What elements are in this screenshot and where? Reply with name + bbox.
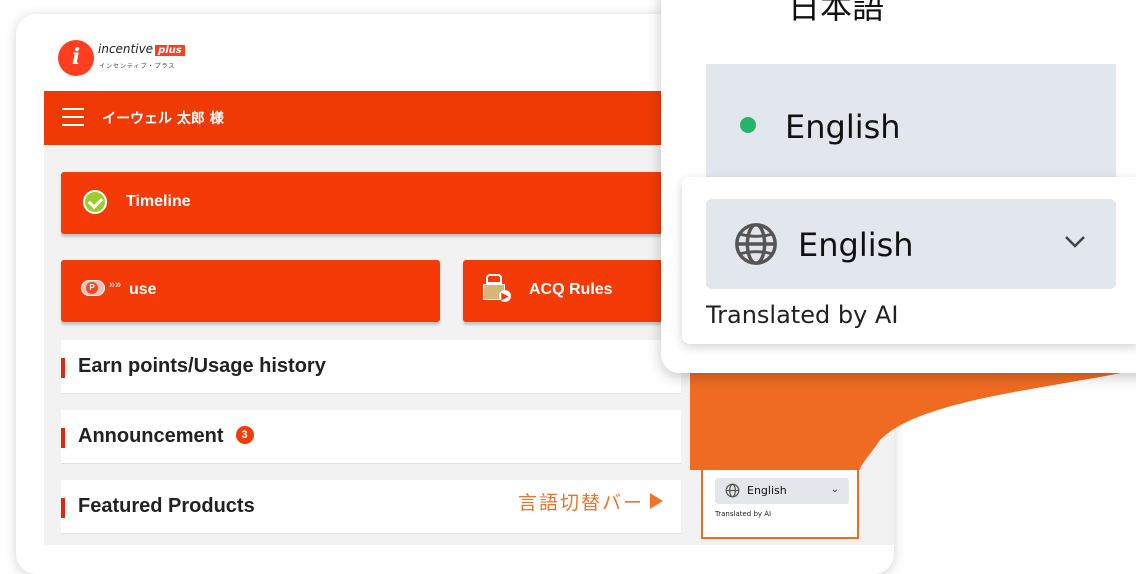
section-announcement-label: Announcement 3 (78, 425, 254, 448)
language-option-japanese-label: 日本語 (788, 0, 885, 26)
language-switcher-small: English ⌄ Translated by AI (701, 467, 859, 539)
translated-note-large: Translated by AI (706, 301, 899, 329)
acq-rules-button[interactable]: ▶ ACQ Rules (463, 260, 681, 322)
language-select-large-value: English (798, 226, 914, 264)
language-option-english-label: English (785, 108, 901, 146)
user-name: イーウェル 太郎 様 (102, 111, 224, 127)
section-earn-points-label: Earn points/Usage history (78, 355, 326, 377)
chevrons-icon: »» (109, 279, 122, 291)
language-option-japanese[interactable]: 日本語 (706, 0, 1116, 64)
brand-logo: i incentive plus インセンティブ・プラス (58, 38, 218, 78)
chevron-down-icon (1065, 236, 1085, 248)
section-featured-products-label: Featured Products (78, 495, 255, 517)
points-icon (81, 280, 105, 296)
language-select-small[interactable]: English ⌄ (715, 478, 849, 504)
globe-icon (735, 223, 777, 265)
globe-icon (725, 483, 740, 498)
language-bar-caption: 言語切替バー (518, 488, 664, 515)
use-label: use (129, 281, 157, 298)
timeline-button[interactable]: Timeline (61, 172, 681, 234)
language-option-english[interactable]: English (706, 64, 1116, 186)
use-button[interactable]: »» use (61, 260, 440, 322)
selected-dot-icon (740, 117, 756, 133)
logo-mark-icon: i (58, 40, 94, 76)
section-earn-points[interactable]: Earn points/Usage history (61, 340, 681, 394)
brand-subtitle: インセンティブ・プラス (99, 63, 176, 70)
section-marker (61, 428, 65, 448)
language-select-small-value: English (747, 484, 787, 497)
check-circle-icon (83, 190, 107, 214)
timeline-label: Timeline (126, 193, 191, 210)
language-switcher-large: English Translated by AI (682, 177, 1136, 344)
section-marker (61, 358, 65, 378)
brand-name: incentive plus (98, 42, 185, 56)
section-marker (61, 498, 65, 518)
translated-note-small: Translated by AI (715, 510, 772, 518)
acq-rules-label: ACQ Rules (529, 281, 613, 298)
announcement-count-badge: 3 (235, 425, 254, 444)
gift-icon: ▶ (483, 274, 511, 302)
hamburger-menu-icon[interactable] (62, 108, 84, 126)
section-announcement[interactable]: Announcement 3 (61, 410, 681, 464)
chevron-down-icon: ⌄ (830, 484, 839, 495)
language-select-large[interactable]: English (706, 199, 1116, 289)
arrow-right-icon (650, 493, 664, 509)
